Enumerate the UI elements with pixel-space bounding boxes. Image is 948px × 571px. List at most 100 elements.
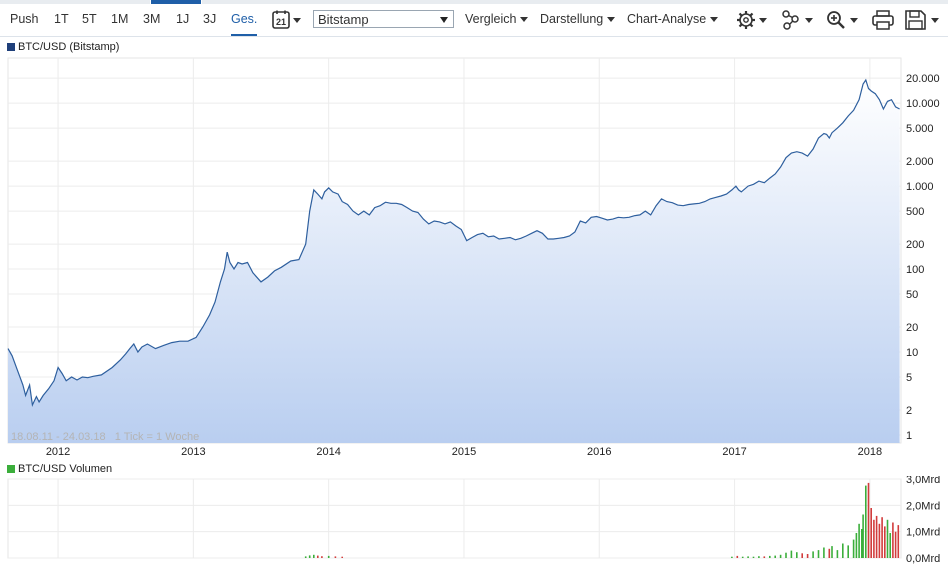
display-menu[interactable]: Darstellung — [540, 4, 616, 36]
volume-bar — [747, 556, 749, 558]
year-tick-label: 2016 — [587, 446, 611, 458]
price-tick-label: 1 — [906, 430, 912, 442]
price-tick-label: 5 — [906, 372, 912, 384]
compare-menu-label: Vergleich — [465, 12, 517, 26]
volume-bar — [790, 550, 793, 558]
volume-bar — [313, 554, 315, 558]
price-tick-label: 10 — [906, 347, 918, 359]
volume-bar — [736, 555, 739, 558]
volume-bar — [889, 533, 891, 558]
exchange-select-value: Bitstamp — [318, 12, 369, 27]
settings-icon[interactable] — [736, 10, 770, 30]
volume-bar — [334, 556, 337, 558]
price-tick-label: 10.000 — [906, 98, 940, 110]
analysis-menu[interactable]: Chart-Analyse — [627, 4, 719, 36]
price-tick-label: 20.000 — [906, 73, 940, 85]
price-legend-label: BTC/USD (Bitstamp) — [18, 41, 120, 53]
volume-bar — [763, 556, 766, 558]
price-chart[interactable]: 1 2 5 10 20 50 100 200 500 1.000 2.000 5.000 10.000 2… — [0, 56, 948, 458]
volume-bar — [317, 555, 319, 558]
price-tick-label: 500 — [906, 206, 924, 218]
volume-bar — [870, 508, 872, 558]
caret-down-icon — [710, 17, 719, 23]
exchange-select[interactable]: Bitstamp — [313, 10, 454, 28]
volume-bar — [817, 550, 820, 558]
volume-bar — [801, 553, 803, 558]
caret-down-icon — [520, 17, 529, 23]
period-ges[interactable]: Ges. — [231, 4, 258, 36]
share-icon[interactable] — [781, 10, 817, 30]
volume-bar — [785, 552, 787, 558]
volume-bar — [842, 543, 844, 558]
save-icon[interactable] — [905, 10, 943, 30]
volume-bar — [321, 556, 323, 558]
volume-bar — [852, 539, 855, 558]
volume-legend: BTC/USD Volumen — [7, 463, 112, 475]
year-tick-label: 2013 — [181, 446, 205, 458]
period-1j[interactable]: 1J — [176, 4, 189, 36]
volume-bar — [875, 515, 878, 558]
volume-bar — [897, 525, 900, 558]
chart-toolbar: Push 1T 5T 1M 3M 1J 3J Ges. 21 Bitstamp … — [0, 4, 948, 37]
volume-bar — [878, 523, 881, 558]
volume-bar — [865, 485, 867, 558]
period-3m[interactable]: 3M — [143, 4, 160, 36]
year-tick-label: 2014 — [316, 446, 340, 458]
price-tick-label: 2.000 — [906, 156, 934, 168]
period-3j[interactable]: 3J — [203, 4, 216, 36]
price-tick-label: 20 — [906, 322, 918, 334]
volume-bar — [327, 555, 330, 558]
volume-bar — [836, 550, 839, 558]
calendar-icon[interactable]: 21 — [272, 10, 306, 30]
volume-bar — [886, 519, 889, 558]
volume-bar — [881, 517, 883, 558]
year-tick-label: 2015 — [452, 446, 476, 458]
price-tick-label: 100 — [906, 264, 924, 276]
volume-bar — [862, 514, 864, 558]
range-info-text: 18.08.11 - 24.03.18 1 Tick = 1 Woche — [11, 431, 199, 443]
period-1m[interactable]: 1M — [111, 4, 128, 36]
price-legend-swatch — [7, 43, 15, 51]
volume-bar — [304, 556, 307, 558]
period-5t[interactable]: 5T — [82, 4, 97, 36]
compare-menu[interactable]: Vergleich — [465, 4, 529, 36]
calendar-day: 21 — [276, 17, 286, 27]
volume-bar — [796, 552, 798, 558]
volume-bar — [894, 531, 897, 558]
volume-bar — [341, 556, 343, 558]
volume-chart[interactable]: 0,0Mrd 1,0Mrd 2,0Mrd 3,0Mrd — [0, 476, 948, 571]
volume-bar — [855, 533, 858, 558]
volume-bar — [858, 523, 860, 558]
volume-bar — [892, 522, 894, 558]
price-tick-label: 5.000 — [906, 123, 934, 135]
zoom-icon[interactable] — [826, 10, 862, 30]
price-tick-label: 2 — [906, 405, 912, 417]
volume-bar — [873, 519, 875, 558]
price-area — [8, 80, 900, 443]
volume-bar — [758, 556, 760, 558]
volume-bar — [741, 556, 744, 558]
volume-bar — [828, 548, 831, 558]
price-tick-label: 50 — [906, 289, 918, 301]
period-push[interactable]: Push — [10, 4, 39, 36]
volume-bar — [806, 554, 809, 558]
volume-tick-label: 3,0Mrd — [906, 476, 940, 486]
year-tick-label: 2012 — [46, 446, 70, 458]
volume-legend-swatch — [7, 465, 15, 473]
volume-tick-label: 1,0Mrd — [906, 527, 940, 539]
volume-bar — [731, 556, 733, 558]
volume-bar — [308, 555, 311, 558]
year-tick-label: 2018 — [858, 446, 882, 458]
volume-bar — [752, 556, 755, 558]
caret-down-icon — [607, 17, 616, 23]
select-arrow-icon — [440, 17, 448, 23]
volume-bar — [847, 545, 849, 558]
volume-bar — [884, 526, 886, 558]
display-menu-label: Darstellung — [540, 12, 604, 26]
volume-bar — [831, 546, 833, 558]
print-icon[interactable] — [872, 10, 894, 30]
price-legend: BTC/USD (Bitstamp) — [7, 41, 119, 53]
volume-legend-label: BTC/USD Volumen — [18, 463, 113, 475]
volume-tick-label: 0,0Mrd — [906, 553, 940, 565]
period-1t[interactable]: 1T — [54, 4, 69, 36]
